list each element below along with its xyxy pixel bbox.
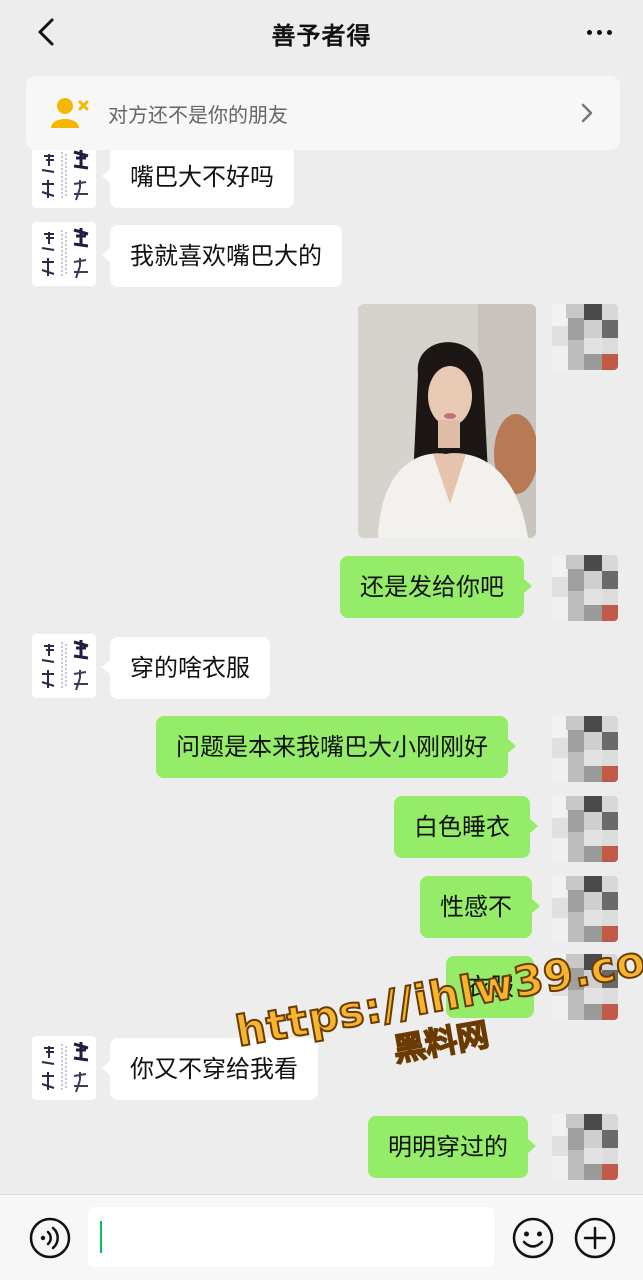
notice-text: 对方还不是你的朋友: [108, 102, 288, 127]
message-bubble-incoming[interactable]: 你又不穿给我看: [102, 1038, 318, 1100]
chat-header: 善予者得: [0, 0, 643, 66]
message-bubble-outgoing[interactable]: 问题是本来我嘴巴大小刚刚好: [156, 716, 516, 778]
message-bubble-incoming[interactable]: 穿的啥衣服: [102, 637, 270, 699]
my-avatar[interactable]: [552, 796, 618, 862]
my-avatar[interactable]: [552, 1114, 618, 1180]
message-input[interactable]: [88, 1207, 494, 1267]
plus-icon[interactable]: [573, 1216, 617, 1260]
my-avatar[interactable]: [552, 716, 618, 782]
contact-avatar[interactable]: [32, 150, 96, 208]
input-bar: [0, 1194, 643, 1280]
message-list[interactable]: 嘴巴大不好吗 我就喜欢嘴巴大的 还是发给你吧 穿的啥衣服 问题是本来我嘴巴大小刚…: [0, 150, 643, 1194]
not-friend-notice[interactable]: 对方还不是你的朋友: [26, 76, 620, 150]
user-stranger-icon: [51, 98, 89, 128]
message-bubble-incoming[interactable]: 我就喜欢嘴巴大的: [102, 225, 342, 287]
my-avatar[interactable]: [552, 304, 618, 370]
message-bubble-incoming[interactable]: 嘴巴大不好吗: [102, 150, 294, 208]
contact-avatar[interactable]: [32, 222, 96, 286]
my-avatar[interactable]: [552, 876, 618, 942]
message-bubble-outgoing[interactable]: 性感不: [420, 876, 540, 938]
contact-avatar[interactable]: [32, 1036, 96, 1100]
text-cursor: [100, 1221, 102, 1253]
voice-icon[interactable]: [28, 1216, 72, 1260]
chevron-right-icon: [581, 103, 593, 123]
contact-avatar[interactable]: [32, 634, 96, 698]
message-image[interactable]: [358, 304, 536, 538]
message-bubble-outgoing[interactable]: 白色睡衣: [394, 796, 538, 858]
more-dots-icon[interactable]: [579, 14, 619, 50]
message-bubble-outgoing[interactable]: 衣服: [446, 956, 542, 1018]
back-chevron-left-icon[interactable]: [28, 14, 64, 50]
message-bubble-outgoing[interactable]: 还是发给你吧: [340, 556, 532, 618]
message-bubble-outgoing[interactable]: 明明穿过的: [368, 1116, 536, 1178]
my-avatar[interactable]: [552, 954, 618, 1020]
emoji-icon[interactable]: [511, 1216, 555, 1260]
my-avatar[interactable]: [552, 555, 618, 621]
chat-title: 善予者得: [271, 21, 372, 50]
